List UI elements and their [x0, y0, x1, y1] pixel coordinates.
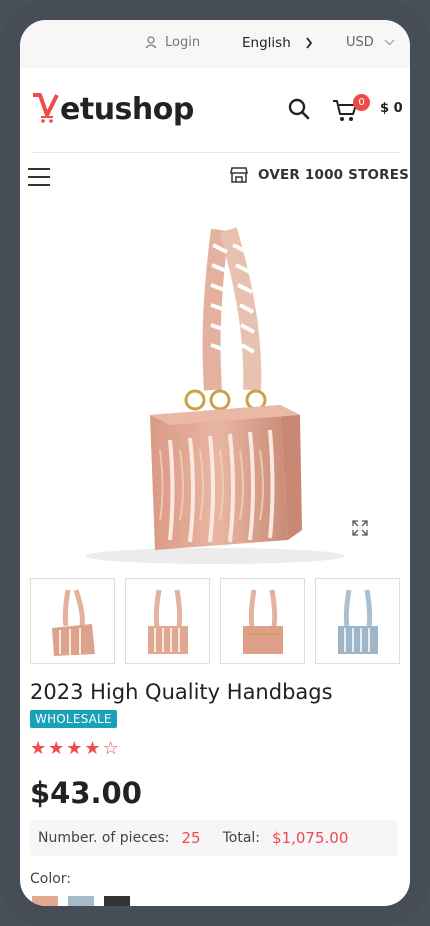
header: etushop 0 $ 0: [20, 68, 410, 152]
language-selector[interactable]: English: [242, 35, 313, 51]
wholesale-badge: WHOLESALE: [30, 710, 117, 728]
cart-count-badge: 0: [353, 94, 370, 111]
user-icon: [145, 36, 157, 49]
product-price: $43.00: [30, 776, 142, 810]
chevron-down-icon: [384, 39, 395, 46]
language-label: English: [242, 35, 291, 51]
logo-v-cart-icon: [33, 93, 59, 123]
search-button[interactable]: [288, 98, 310, 124]
color-swatch-pink[interactable]: [32, 896, 58, 906]
nav-bar: OVER 1000 STORES: [20, 154, 410, 198]
star-filled-icon: ★: [30, 738, 49, 759]
pieces-value: 25: [181, 829, 201, 847]
thumbnail-2[interactable]: [125, 578, 210, 664]
pieces-label: Number. of pieces:: [38, 830, 170, 846]
screen: Login English USD etushop 0 $ 0 OVER 100…: [20, 20, 410, 906]
store-icon: [230, 167, 248, 183]
expand-icon: [352, 520, 368, 536]
device-frame: Login English USD etushop 0 $ 0 OVER 100…: [0, 0, 430, 926]
color-label: Color:: [30, 871, 72, 887]
stores-label: OVER 1000 STORES: [258, 167, 410, 183]
thumbnail-4-image: [337, 589, 378, 654]
thumbnail-3-image: [242, 589, 283, 654]
product-image[interactable]: [30, 200, 400, 568]
chevron-right-icon: [306, 37, 312, 49]
logo[interactable]: etushop: [32, 92, 194, 127]
logo-text: etushop: [60, 92, 194, 127]
currency-label: USD: [346, 35, 374, 50]
product-title: 2023 High Quality Handbags: [30, 680, 333, 704]
thumbnail-2-image: [147, 589, 188, 654]
login-label: Login: [165, 35, 201, 50]
rating-stars: ★★★★☆: [30, 738, 121, 759]
thumbnail-1-image: [51, 589, 95, 656]
star-filled-icon: ★: [66, 738, 85, 759]
currency-selector[interactable]: USD: [346, 35, 395, 50]
stores-link[interactable]: OVER 1000 STORES: [230, 166, 409, 184]
thumbnail-4[interactable]: [315, 578, 400, 664]
search-icon: [288, 98, 310, 120]
total-label: Total:: [222, 830, 261, 846]
header-divider: [32, 152, 400, 153]
star-empty-icon: ☆: [102, 738, 121, 759]
color-swatches: [32, 896, 130, 906]
total-value: $1,075.00: [272, 829, 349, 847]
color-swatch-black[interactable]: [104, 896, 130, 906]
star-filled-icon: ★: [84, 738, 103, 759]
zoom-button[interactable]: [340, 508, 380, 548]
thumbnail-3[interactable]: [220, 578, 305, 664]
login-link[interactable]: Login: [145, 35, 200, 50]
thumbnail-strip: [30, 578, 400, 664]
menu-icon[interactable]: [28, 168, 50, 192]
quantity-summary: Number. of pieces: 25 Total: $1,075.00: [30, 820, 398, 856]
cart-total: $ 0: [380, 101, 403, 116]
star-filled-icon: ★: [48, 738, 67, 759]
thumbnail-1[interactable]: [30, 578, 115, 664]
color-swatch-blue[interactable]: [68, 896, 94, 906]
top-bar: Login English USD: [20, 20, 410, 68]
